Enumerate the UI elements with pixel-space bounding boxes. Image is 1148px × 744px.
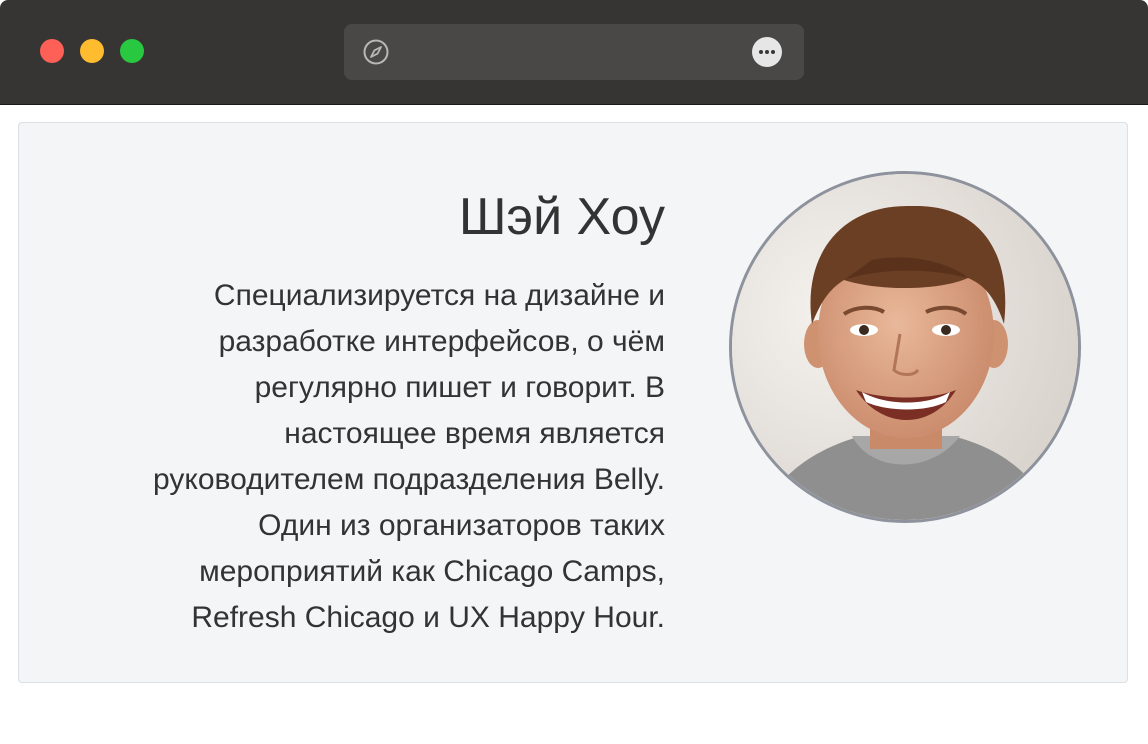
close-window-button[interactable] (40, 39, 64, 63)
profile-bio: Специализируется на дизайне и разработке… (153, 279, 665, 634)
profile-card: Шэй Хоу Специализируется на дизайне и ра… (18, 122, 1128, 683)
portrait-photo (732, 174, 1078, 520)
profile-avatar (729, 171, 1081, 523)
maximize-window-button[interactable] (120, 39, 144, 63)
browser-titlebar (0, 0, 1148, 105)
minimize-window-button[interactable] (80, 39, 104, 63)
more-options-icon[interactable] (752, 37, 782, 67)
profile-name: Шэй Хоу (458, 188, 665, 246)
address-bar[interactable] (344, 24, 804, 80)
compass-icon (363, 39, 389, 65)
